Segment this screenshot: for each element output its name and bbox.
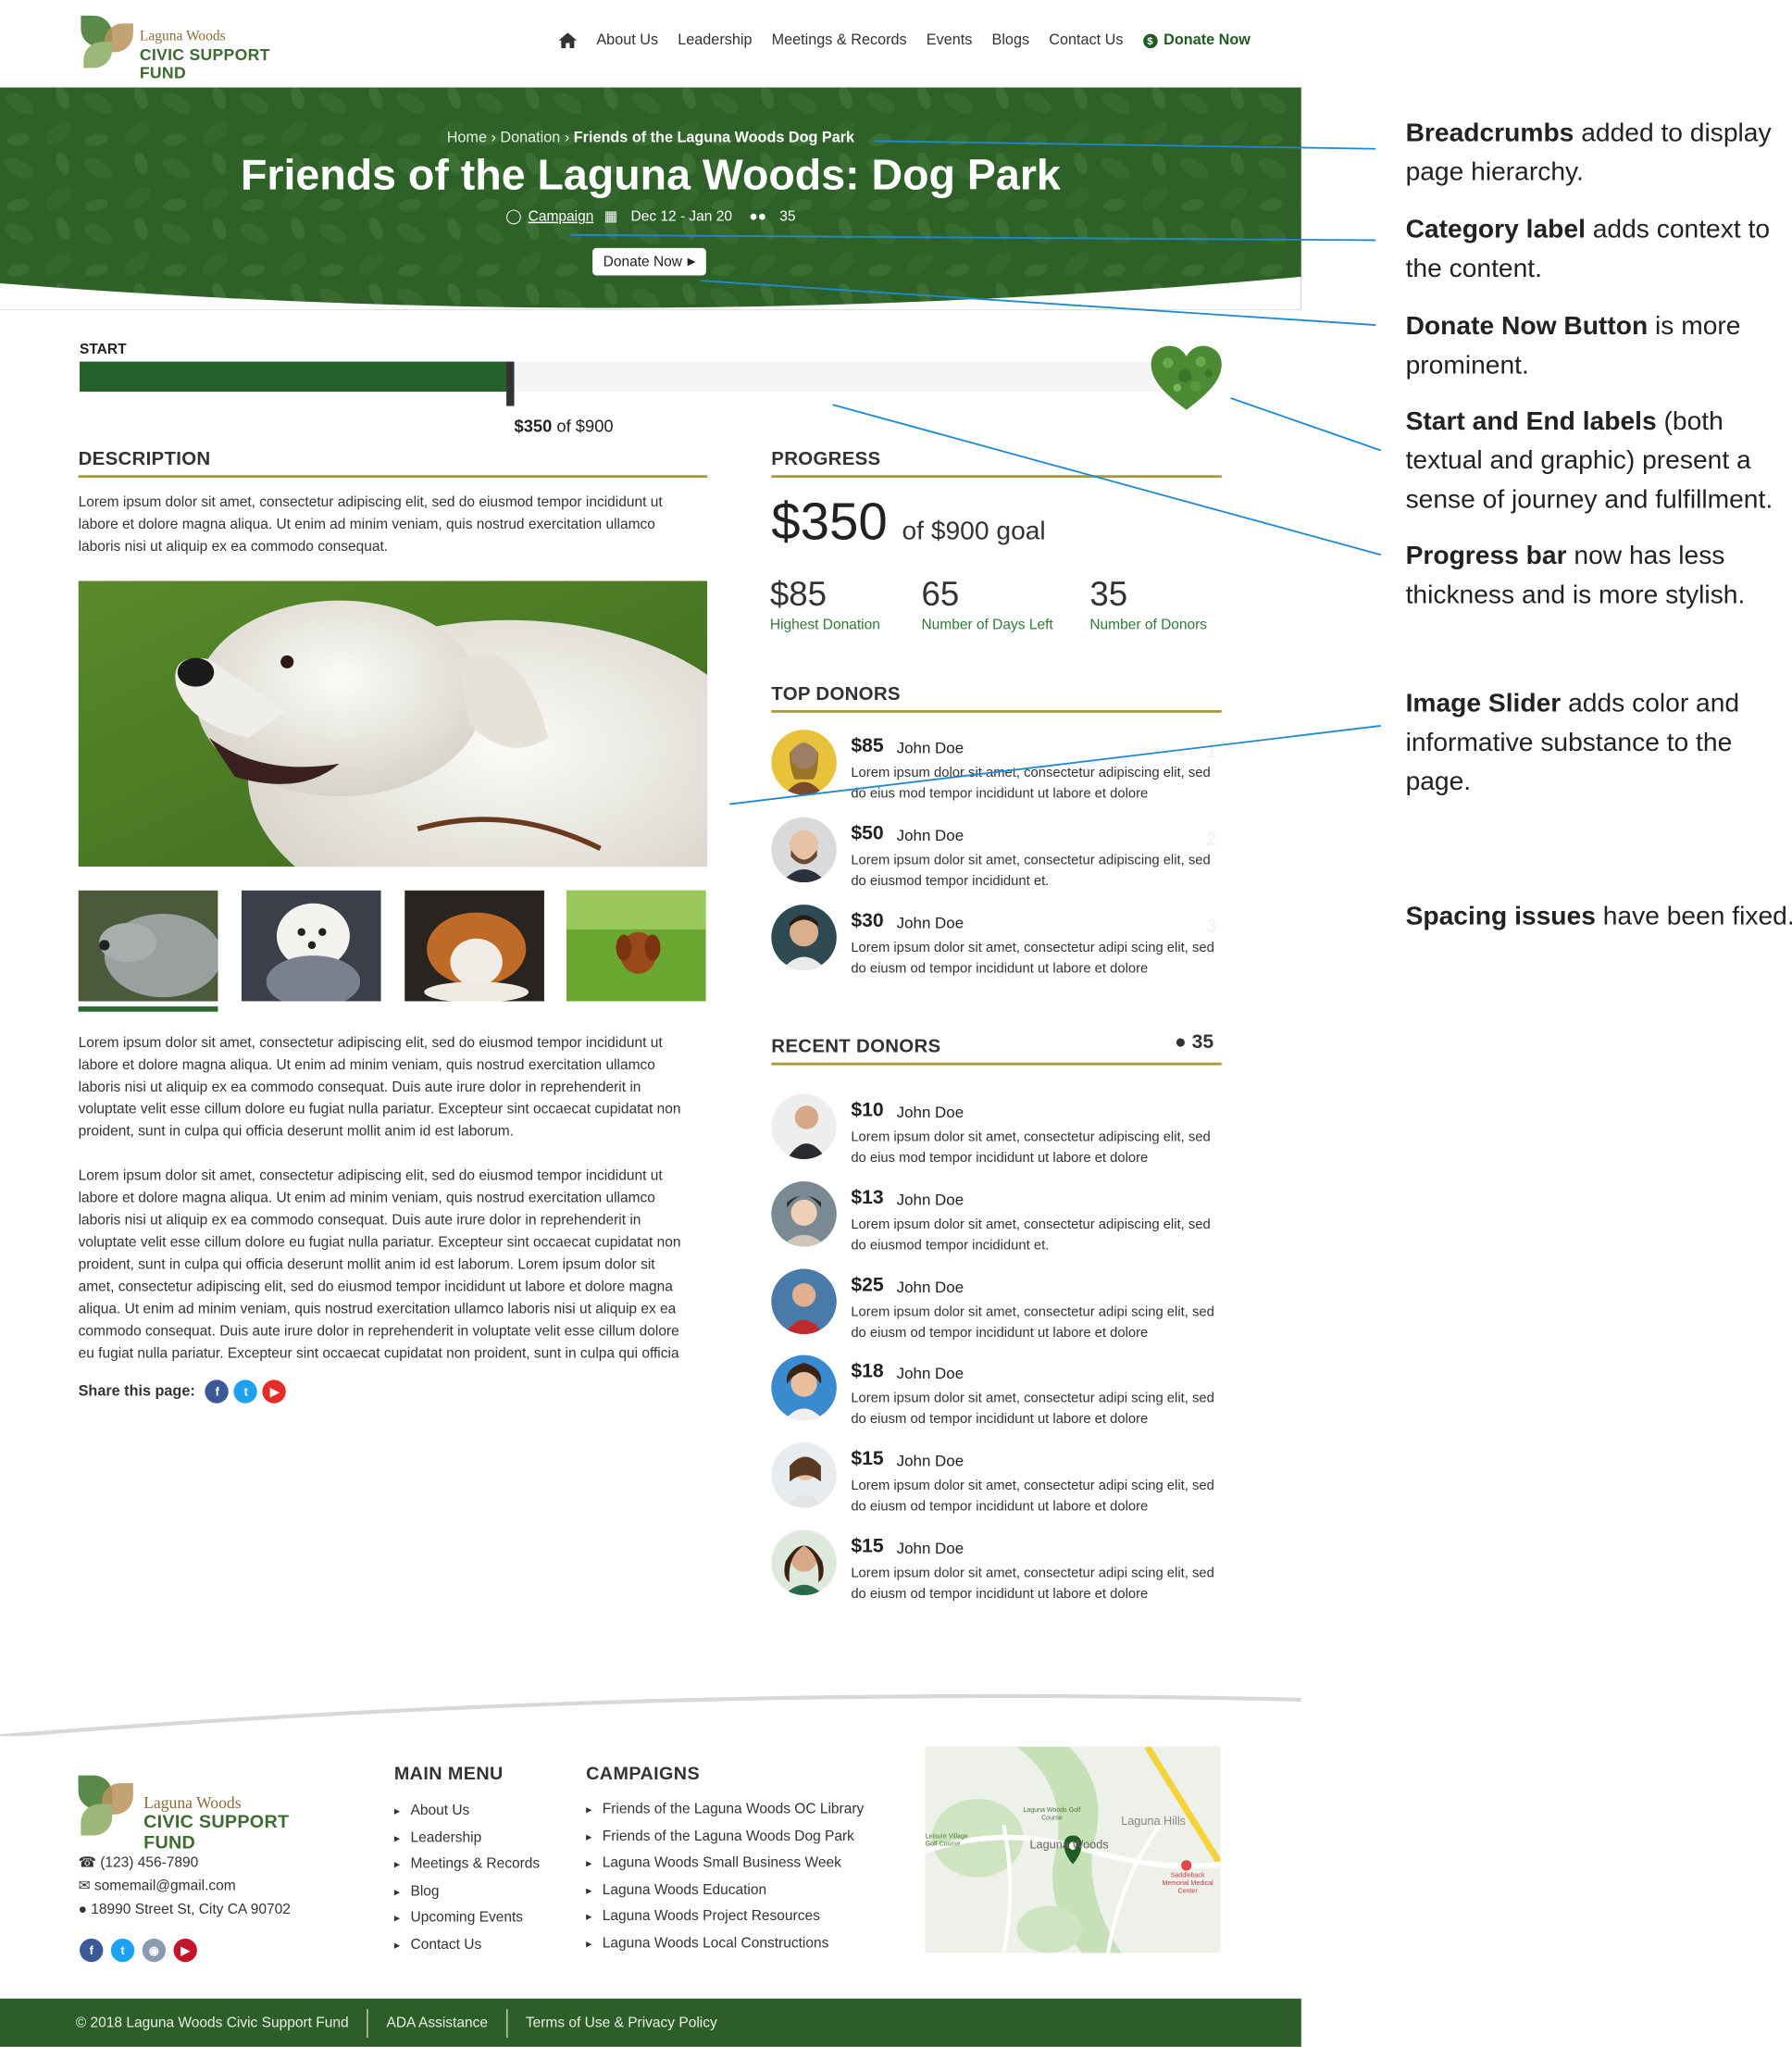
annotation-title: Spacing issues — [1405, 902, 1596, 931]
annotation-title: Breadcrumbs — [1405, 119, 1574, 148]
annotation-donate-button: Donate Now Button is more prominent. — [1406, 306, 1792, 385]
annotation-text: have been fixed. — [1595, 902, 1792, 931]
annotation-start-end: Start and End labels (both textual and g… — [1406, 402, 1792, 519]
annotation-breadcrumbs: Breadcrumbs added to display page hierar… — [1406, 114, 1792, 193]
annotation-title: Progress bar — [1405, 542, 1567, 571]
annotation-title: Donate Now Button — [1405, 311, 1649, 342]
annotation-image-slider: Image Slider adds color and informative … — [1406, 684, 1792, 802]
annotation-spacing: Spacing issues have been fixed. — [1406, 897, 1792, 936]
annotation-progress-bar: Progress bar now has less thickness and … — [1406, 537, 1792, 616]
annotation-title: Image Slider — [1405, 689, 1562, 718]
annotation-title: Start and End labels — [1405, 406, 1657, 436]
annotation-category: Category label adds context to the conte… — [1406, 210, 1792, 289]
annotation-title: Category label — [1405, 215, 1586, 244]
